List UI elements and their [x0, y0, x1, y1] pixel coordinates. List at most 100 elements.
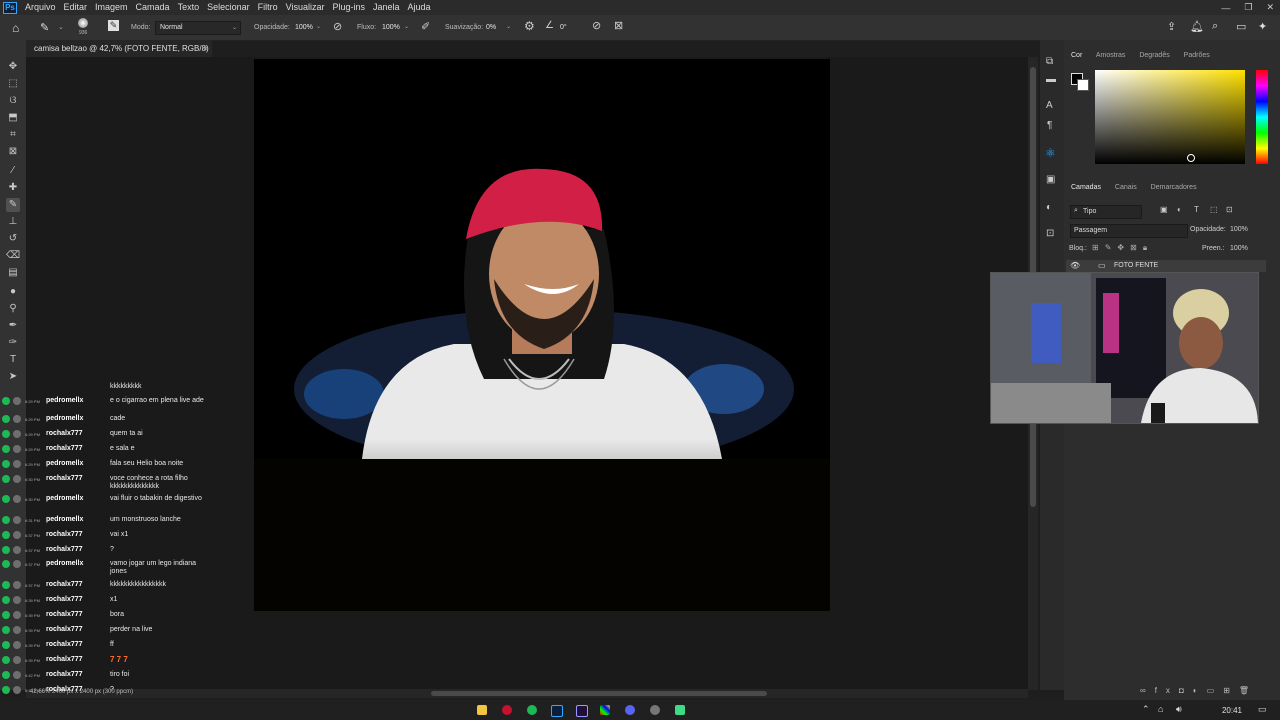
- tab-canais[interactable]: Canais: [1115, 184, 1137, 191]
- tab-padroes[interactable]: Padrões: [1184, 52, 1210, 59]
- blur-tool-icon[interactable]: ●: [6, 285, 20, 299]
- volume-icon[interactable]: 🔊︎: [1176, 704, 1182, 715]
- close-tab-icon[interactable]: ×: [203, 40, 208, 57]
- background-color-swatch[interactable]: [1077, 79, 1089, 91]
- character-panel-icon[interactable]: A: [1046, 100, 1053, 111]
- tab-demarcadores[interactable]: Demarcadores: [1151, 184, 1197, 191]
- spotify-icon[interactable]: [527, 705, 537, 715]
- obs-icon[interactable]: [650, 705, 660, 715]
- lasso-tool-icon[interactable]: ଓ: [6, 94, 20, 108]
- eyedropper-tool-icon[interactable]: ⁄: [6, 164, 20, 178]
- network-icon[interactable]: ⌂: [1158, 704, 1163, 714]
- tab-degrades[interactable]: Degradês: [1139, 52, 1169, 59]
- airbrush-icon[interactable]: ✐: [421, 20, 430, 33]
- photoshop-taskbar-icon[interactable]: [551, 705, 563, 717]
- tray-chevron-icon[interactable]: ⌃: [1142, 704, 1150, 715]
- menu-imagem[interactable]: Imagem: [91, 0, 132, 15]
- mode-select[interactable]: Normal ⌄: [155, 21, 241, 35]
- color-picker-field[interactable]: [1095, 70, 1245, 164]
- close-icon[interactable]: ✕: [1266, 2, 1274, 13]
- discord-icon[interactable]: [625, 705, 635, 715]
- frame-tool-icon[interactable]: ⊠: [6, 145, 20, 159]
- after-effects-icon[interactable]: [576, 705, 588, 717]
- document-tab[interactable]: camisa bellzao @ 42,7% (FOTO FENTE, RGB/…: [26, 40, 212, 70]
- angle-input[interactable]: 0°: [560, 24, 567, 31]
- history-panel-icon[interactable]: ⧉: [1046, 56, 1053, 67]
- filter-type-icon[interactable]: T: [1194, 205, 1199, 214]
- brush-preview-icon[interactable]: [78, 18, 88, 28]
- flow-chevron-icon[interactable]: ⌄: [404, 23, 409, 30]
- pressure-size-icon[interactable]: ⊘: [592, 19, 601, 32]
- file-explorer-icon[interactable]: [477, 705, 487, 715]
- adjustment-layer-icon[interactable]: ◐: [1193, 686, 1207, 695]
- home-icon[interactable]: ⌂: [12, 21, 19, 35]
- dodge-tool-icon[interactable]: ⚲: [6, 302, 20, 316]
- menu-plugins[interactable]: Plug-ins: [328, 0, 369, 15]
- fx-icon[interactable]: fx: [1155, 686, 1179, 695]
- brush-tool-icon[interactable]: ✎: [40, 21, 49, 34]
- search-icon[interactable]: ⌕: [1212, 20, 1218, 33]
- workspace-icon[interactable]: ▭: [1236, 20, 1246, 33]
- share-icon[interactable]: ⇪: [1167, 20, 1176, 33]
- smoothing-chevron-icon[interactable]: ⌄: [506, 23, 511, 30]
- hue-slider[interactable]: [1256, 70, 1268, 164]
- move-tool-icon[interactable]: ✥: [6, 60, 20, 74]
- gradient-tool-icon[interactable]: ▤: [6, 266, 20, 280]
- menu-editar[interactable]: Editar: [60, 0, 92, 15]
- adjustments-panel-icon[interactable]: ◐: [1046, 202, 1052, 213]
- brush-settings-icon[interactable]: ✎: [108, 20, 119, 31]
- symmetry-icon[interactable]: ⊠: [614, 19, 623, 32]
- marquee-tool-icon[interactable]: ⬚: [6, 77, 20, 91]
- new-layer-icon[interactable]: ⊞: [1223, 686, 1239, 695]
- eye-icon[interactable]: 👁︎: [1070, 261, 1080, 270]
- document-canvas[interactable]: [254, 59, 830, 611]
- opera-icon[interactable]: [502, 705, 512, 715]
- object-select-tool-icon[interactable]: ⬒: [6, 111, 20, 125]
- trash-icon[interactable]: 🗑︎: [1239, 686, 1258, 695]
- menu-filtro[interactable]: Filtro: [254, 0, 282, 15]
- discover-icon[interactable]: ✦: [1258, 20, 1267, 33]
- filter-smart-icon[interactable]: ⊡: [1226, 205, 1233, 214]
- menu-texto[interactable]: Texto: [174, 0, 204, 15]
- history-brush-tool-icon[interactable]: ↺: [6, 232, 20, 246]
- stamp-tool-icon[interactable]: ⊥: [6, 215, 20, 229]
- healing-tool-icon[interactable]: ✚: [6, 181, 20, 195]
- horizontal-scroll-thumb[interactable]: [431, 691, 767, 696]
- tab-cor[interactable]: Cor: [1071, 52, 1082, 59]
- filter-pixel-icon[interactable]: ▣: [1160, 205, 1168, 214]
- pen-tool-icon[interactable]: ✒: [6, 319, 20, 333]
- paragraph-panel-icon[interactable]: ¶: [1047, 120, 1052, 131]
- minimize-icon[interactable]: —: [1221, 3, 1230, 13]
- menu-ajuda[interactable]: Ajuda: [404, 0, 435, 15]
- properties-panel-icon[interactable]: ▣: [1046, 174, 1055, 185]
- link-icon[interactable]: ∞: [1140, 686, 1155, 695]
- tab-camadas[interactable]: Camadas: [1071, 184, 1101, 191]
- menu-visualizar[interactable]: Visualizar: [282, 0, 329, 15]
- flow-input[interactable]: 100%: [382, 24, 400, 31]
- menu-janela[interactable]: Janela: [369, 0, 404, 15]
- layer-opacity-value[interactable]: 100%: [1230, 226, 1248, 233]
- brush-tool-selected-icon[interactable]: ✎: [6, 198, 20, 212]
- color-picker-handle[interactable]: [1187, 154, 1195, 162]
- restore-icon[interactable]: ❐: [1244, 2, 1252, 13]
- menu-selecionar[interactable]: Selecionar: [203, 0, 254, 15]
- opacity-chevron-icon[interactable]: ⌄: [316, 23, 321, 30]
- app-icon[interactable]: [675, 705, 685, 715]
- comments-panel-icon[interactable]: ▬: [1046, 74, 1056, 85]
- tab-amostras[interactable]: Amostras: [1096, 52, 1126, 59]
- bell-icon[interactable]: 🔔︎: [1190, 20, 1204, 33]
- smoothing-input[interactable]: 0%: [486, 24, 496, 31]
- crop-tool-icon[interactable]: ⌗: [6, 128, 20, 142]
- fill-value[interactable]: 100%: [1230, 245, 1248, 252]
- filter-adjust-icon[interactable]: ◐: [1177, 205, 1182, 214]
- filter-shape-icon[interactable]: ⬚: [1210, 205, 1218, 214]
- brush-preset-chevron-icon[interactable]: ⌄: [58, 23, 64, 31]
- gear-icon[interactable]: ⚙: [524, 19, 535, 33]
- pen-path-tool-icon[interactable]: ✑: [6, 336, 20, 350]
- type-tool-icon[interactable]: T: [6, 353, 20, 367]
- lock-options-icon[interactable]: ⊞✎✥⊠🔒︎: [1092, 243, 1153, 253]
- eraser-tool-icon[interactable]: ⌫: [6, 249, 20, 263]
- layer-row[interactable]: 👁︎ ▭ FOTO FENTE: [1066, 260, 1266, 272]
- group-icon[interactable]: ▭: [1207, 686, 1224, 695]
- menu-camada[interactable]: Camada: [132, 0, 174, 15]
